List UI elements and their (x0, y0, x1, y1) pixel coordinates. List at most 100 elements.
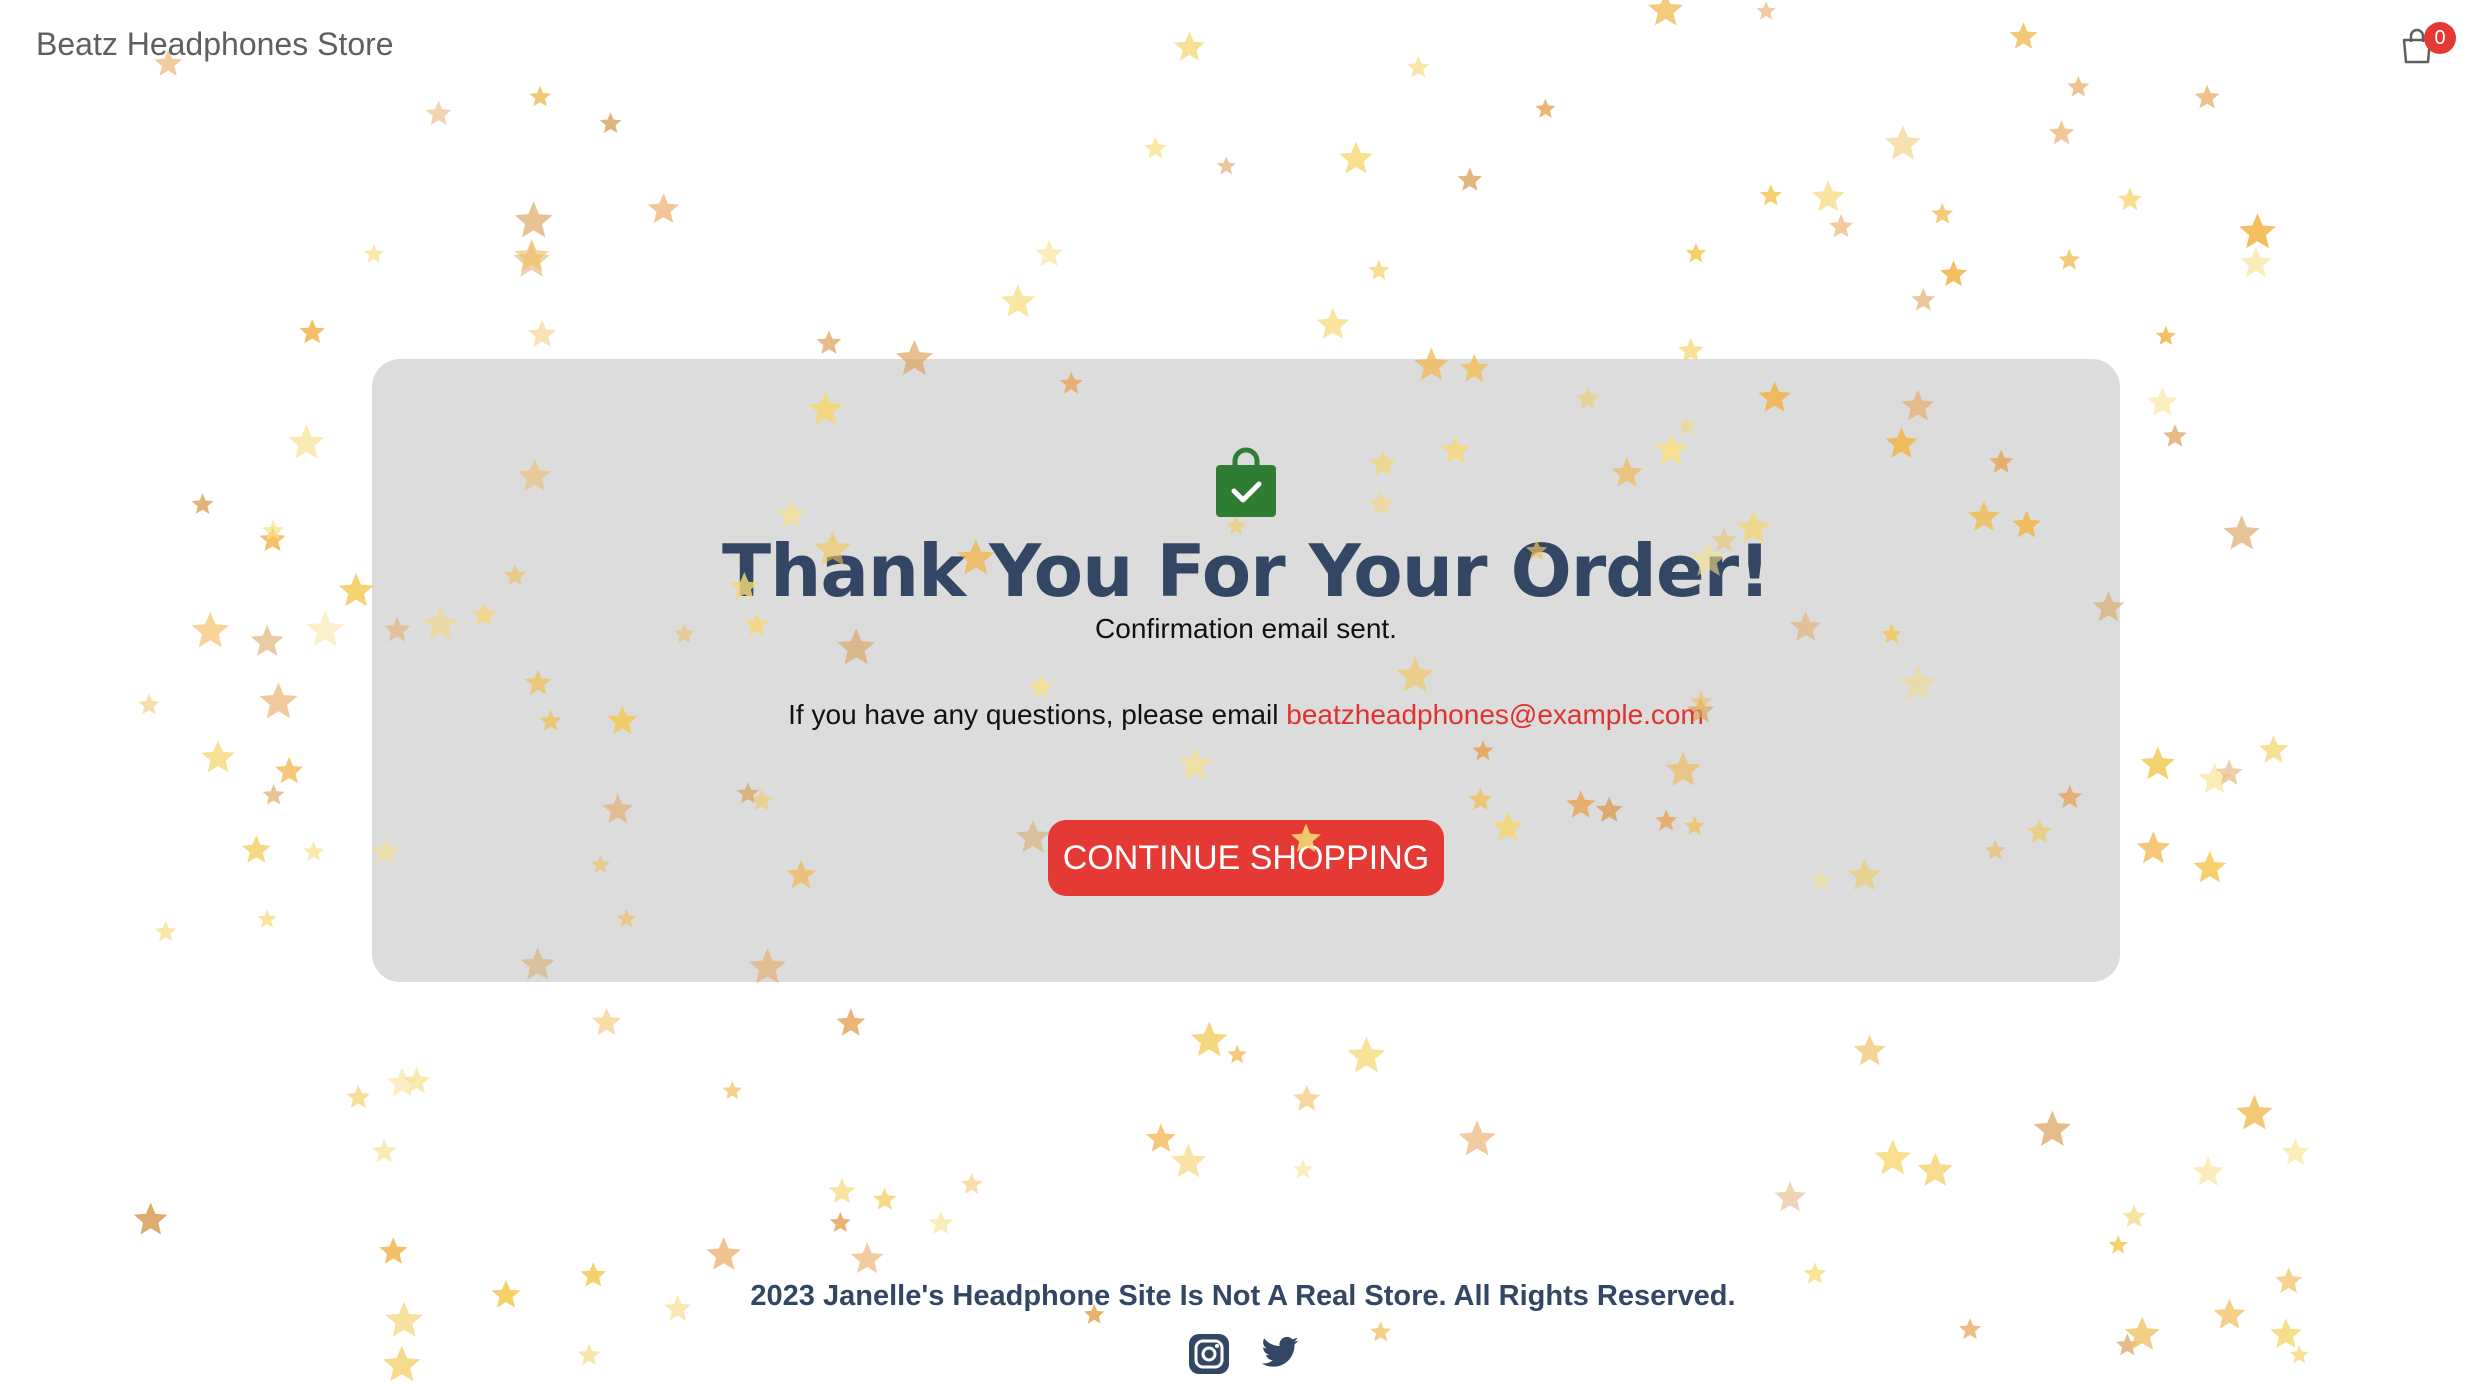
confetti-star (383, 1345, 421, 1382)
confetti-star (1000, 284, 1036, 317)
confetti-star (1370, 1321, 1392, 1342)
confetti-star (403, 1067, 431, 1094)
confetti-star (960, 1173, 983, 1194)
confetti-star (2033, 1110, 2071, 1146)
confetti-star (2140, 746, 2175, 780)
confetti-star (2124, 1316, 2160, 1350)
confetti-star (2236, 1094, 2273, 1130)
confetti-star (1917, 1152, 1953, 1187)
confetti-star (372, 1138, 397, 1163)
bag-check-icon (1216, 447, 1276, 517)
confetti-star (599, 112, 622, 133)
confetti-star (288, 424, 325, 459)
confetti-star (2117, 187, 2142, 211)
confetti-star (816, 330, 842, 354)
confetti-star (1293, 1084, 1321, 1111)
twitter-link[interactable] (1258, 1333, 1302, 1378)
confetti-star (829, 1211, 851, 1232)
instagram-icon (1189, 1334, 1229, 1374)
confetti-star (1774, 1181, 1806, 1212)
brand-link[interactable]: Beatz Headphones Store (36, 26, 394, 63)
confetti-star (2215, 759, 2243, 785)
confetti-star (514, 201, 553, 238)
confetti-star (2270, 1318, 2302, 1348)
confetti-star (1035, 239, 1064, 267)
confetti-star (1853, 1034, 1886, 1066)
confetti-star (262, 784, 285, 805)
confetti-star (201, 740, 235, 773)
support-email-link[interactable]: beatzheadphones@example.com (1286, 699, 1704, 730)
confetti-star (577, 1343, 601, 1366)
confetti-star (379, 1237, 408, 1264)
confetti-star (259, 526, 286, 552)
confetti-star (2058, 248, 2080, 270)
confetti-star (2122, 1204, 2146, 1227)
confetti-star (1884, 125, 1921, 160)
order-confirmation-card: Thank You For Your Order! Confirmation e… (372, 359, 2120, 982)
confetti-star (2136, 831, 2171, 864)
confetti-star (1874, 1139, 1912, 1175)
confetti-star (2115, 1333, 2139, 1356)
instagram-link[interactable] (1188, 1333, 1230, 1380)
confetti-star (346, 1084, 371, 1108)
confetti-star (1940, 260, 1967, 287)
confetti-star (191, 493, 214, 514)
confetti-star (514, 238, 549, 272)
confetti-star (1170, 1143, 1206, 1178)
confetti-star (1216, 156, 1236, 175)
social-links (1188, 1333, 1308, 1379)
confetti-star (133, 1202, 168, 1235)
confetti-star (2193, 851, 2227, 883)
confetti-star (1227, 1044, 1247, 1064)
confetti-star (306, 610, 345, 647)
confetti-star (425, 100, 452, 126)
confetti-star (1339, 141, 1373, 174)
questions-text: If you have any questions, please email (788, 699, 1279, 730)
confetti-star (338, 573, 374, 607)
confetti-star (155, 920, 177, 942)
confetti-star (1347, 1036, 1386, 1073)
confetti-star (1685, 242, 1707, 263)
confetti-star (1144, 136, 1167, 159)
confetti-star (592, 1007, 621, 1036)
confetti-star (647, 193, 680, 223)
navbar: Beatz Headphones Store 0 (0, 0, 2486, 90)
confetti-star (850, 1242, 884, 1274)
confetti-star (1829, 214, 1854, 238)
confetti-star (1535, 98, 1556, 118)
confetti-star (191, 611, 229, 648)
confetti-star (1457, 167, 1483, 191)
confetti-star (2258, 735, 2288, 763)
confetti-star (1458, 1120, 1496, 1156)
confetti-star (275, 756, 304, 784)
confetti-star (2281, 1138, 2310, 1165)
confetti-star (828, 1178, 856, 1204)
confetti-star (836, 1008, 866, 1036)
cart-button[interactable]: 0 (2400, 22, 2460, 72)
confetti-star (2048, 120, 2075, 145)
confetti-star (2155, 325, 2176, 345)
confetti-star (2198, 762, 2231, 794)
confetti-star (1316, 307, 1350, 339)
confetti-star (262, 519, 285, 541)
confetti-star (1911, 287, 1936, 311)
confetti-star (257, 909, 277, 928)
confirmation-text: Confirmation email sent. (1095, 613, 1397, 644)
confetti-star (138, 693, 160, 715)
confetti-star (2223, 515, 2260, 550)
confetti-star (2108, 1235, 2128, 1254)
confetti-star (706, 1237, 741, 1270)
confetti-star (303, 841, 325, 861)
continue-shopping-button[interactable]: CONTINUE SHOPPING (1048, 820, 1444, 896)
confetti-star (1931, 202, 1954, 224)
confetti-star (2239, 213, 2276, 249)
confetti-star (2192, 1156, 2224, 1186)
confetti-star (250, 624, 284, 656)
thank-you-heading: Thank You For Your Order! (721, 529, 1771, 613)
confetti-star (1146, 1123, 1176, 1152)
confetti-star (1368, 259, 1390, 280)
confetti-star (527, 319, 557, 347)
confetti-star (241, 835, 271, 863)
confetti-star (2289, 1345, 2309, 1364)
confetti-star (2240, 246, 2272, 277)
